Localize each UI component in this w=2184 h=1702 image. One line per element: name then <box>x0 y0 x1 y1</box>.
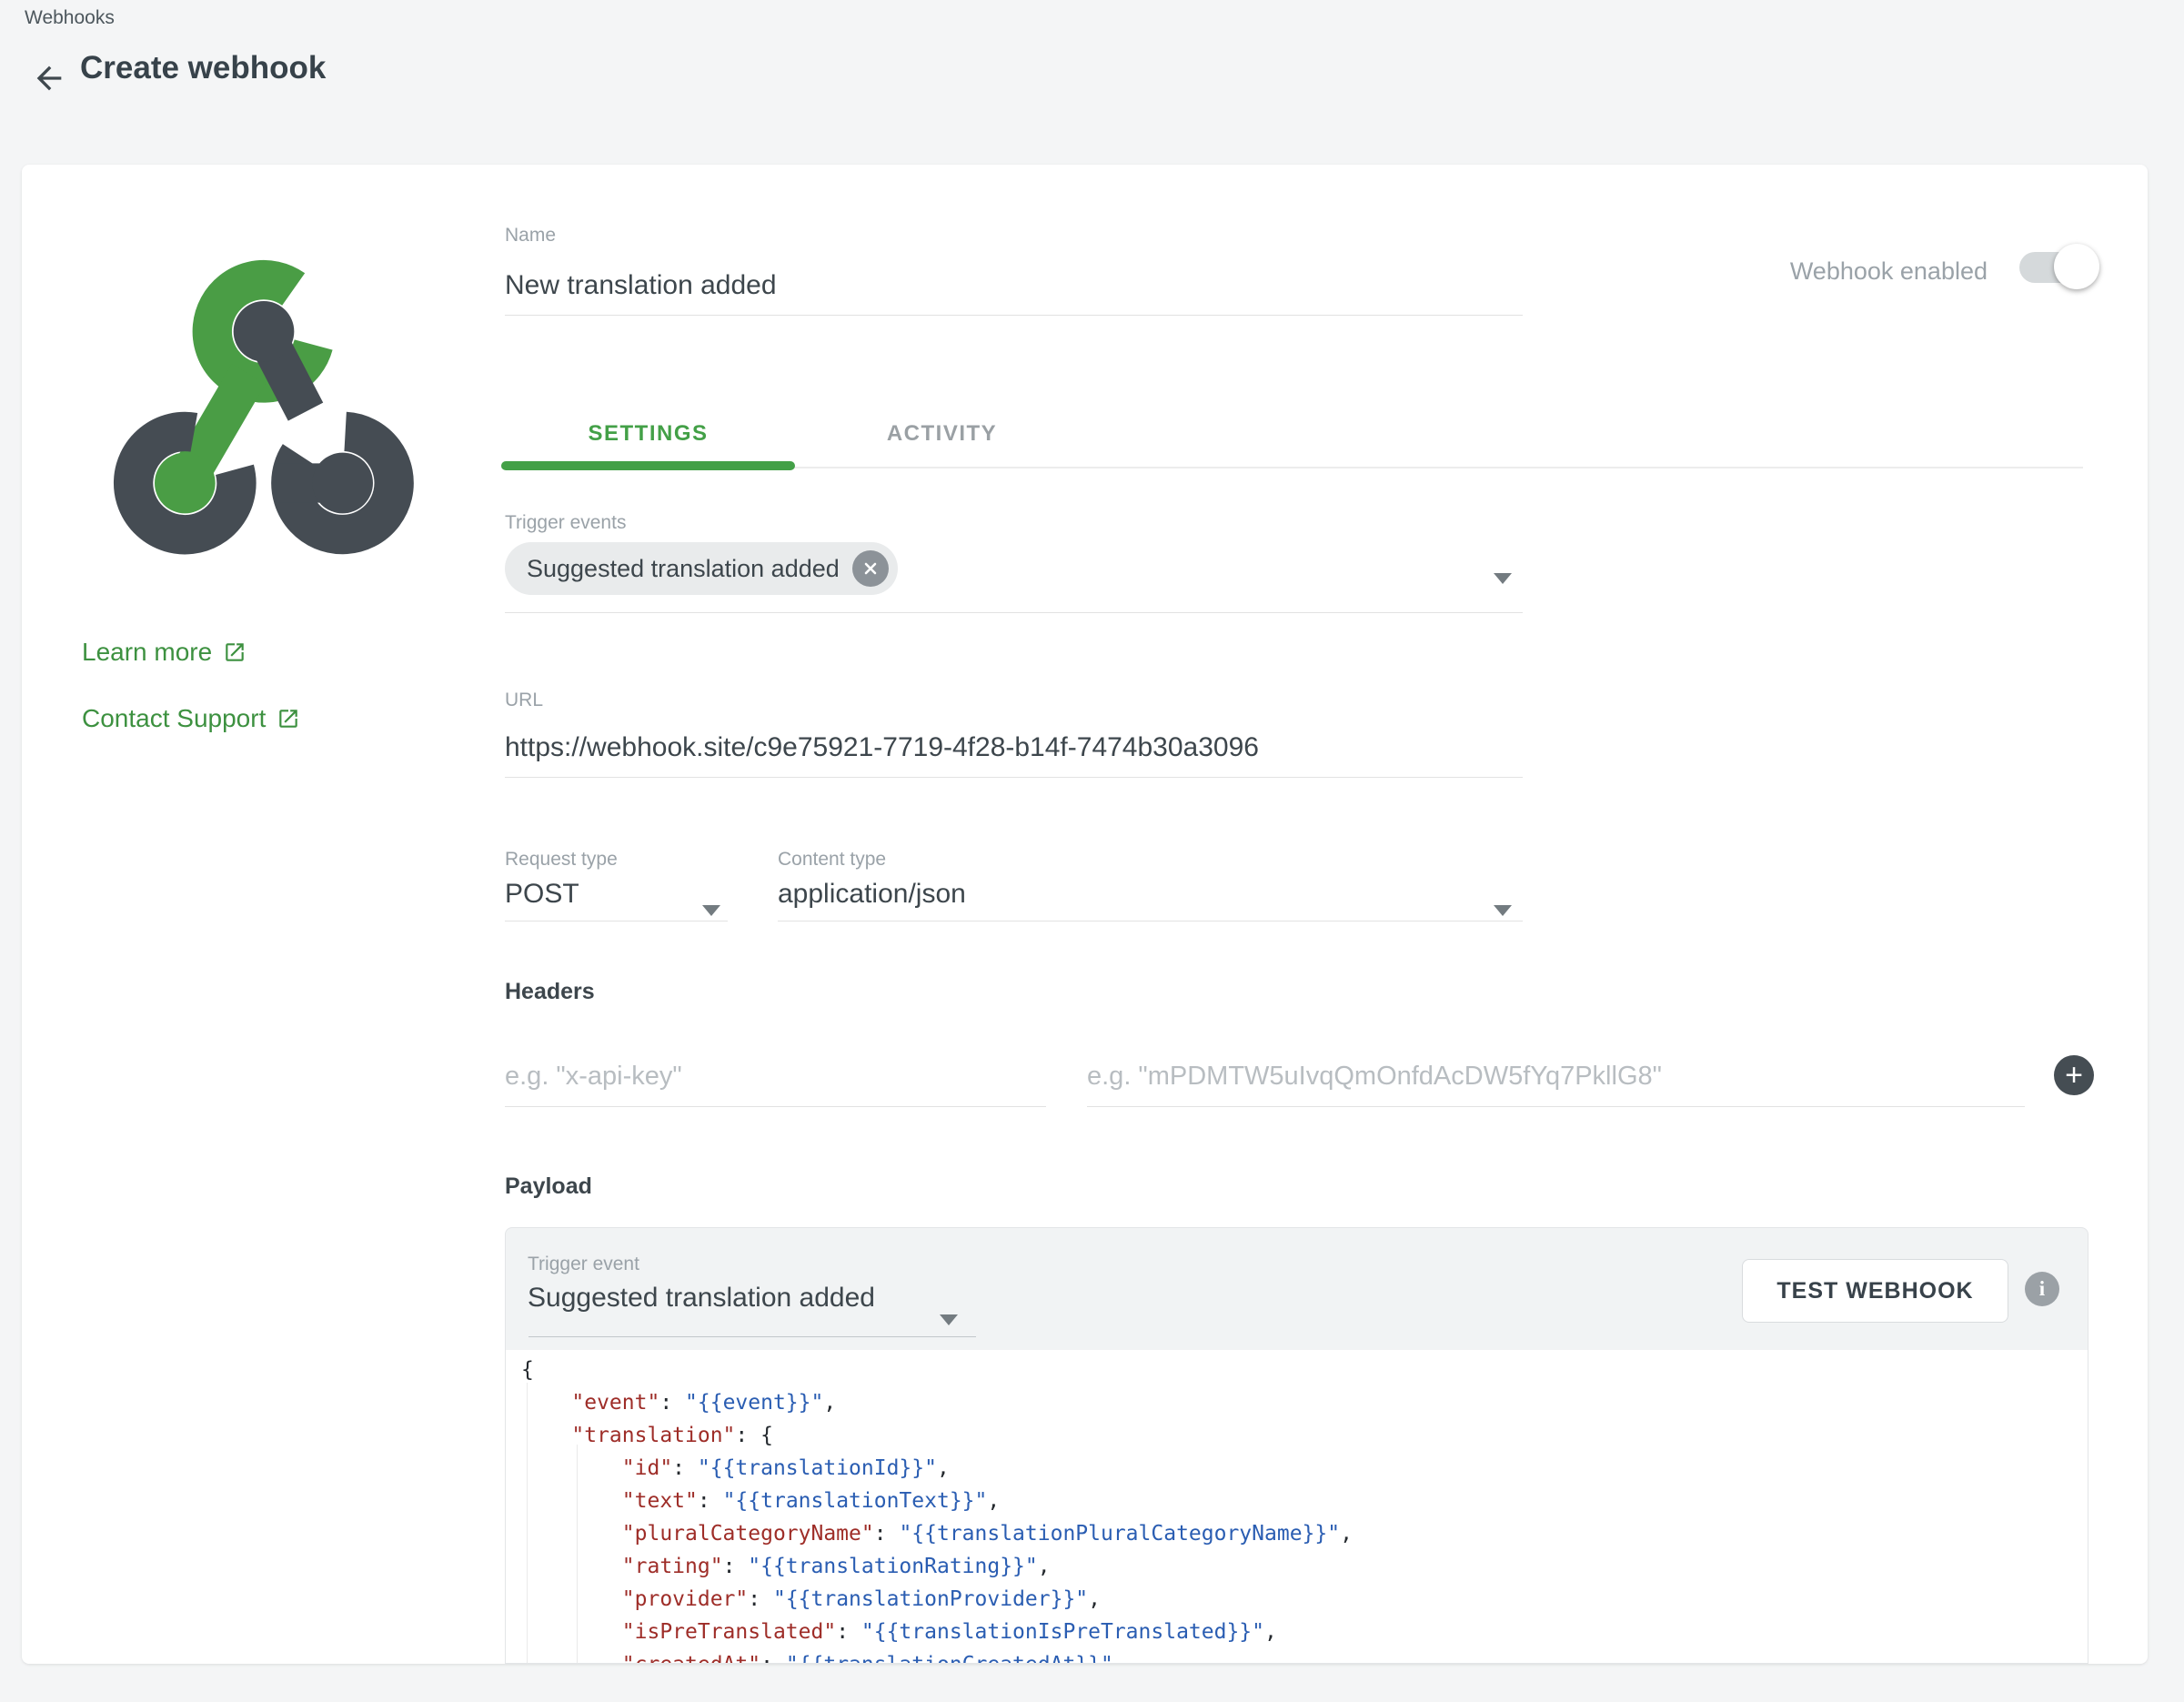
headers-title: Headers <box>505 979 595 1005</box>
webhook-enabled-label: Webhook enabled <box>1546 257 1988 286</box>
tab-activity[interactable]: ACTIVITY <box>795 400 1089 467</box>
webhook-card: Learn more Contact Support Name Webhook … <box>22 165 2148 1664</box>
chevron-down-icon[interactable] <box>1494 573 1512 584</box>
contact-support-link[interactable]: Contact Support <box>82 704 300 733</box>
close-icon <box>861 559 880 578</box>
back-button[interactable] <box>31 60 67 96</box>
name-label: Name <box>505 225 556 247</box>
learn-more-link[interactable]: Learn more <box>82 638 247 667</box>
tab-bar: SETTINGS ACTIVITY <box>501 400 2083 468</box>
header-value-input[interactable] <box>1087 1046 2025 1107</box>
external-link-icon <box>277 707 300 730</box>
payload-trigger-event-select[interactable]: Suggested translation added <box>528 1283 875 1314</box>
webhook-enabled-toggle-thumb[interactable] <box>2054 244 2099 289</box>
chevron-down-icon[interactable] <box>1494 905 1512 916</box>
payload-code-lines: { "event": "{{event}}", "translation": {… <box>521 1354 2088 1663</box>
header-key-input[interactable] <box>505 1046 1046 1107</box>
page-title: Create webhook <box>80 50 326 86</box>
external-link-icon <box>223 640 247 664</box>
payload-trigger-event-underline <box>528 1336 976 1337</box>
chip-remove-button[interactable] <box>852 550 889 587</box>
webhook-logo <box>82 235 446 586</box>
arrow-left-icon <box>31 60 67 96</box>
contact-support-label: Contact Support <box>82 704 266 733</box>
request-type-label: Request type <box>505 849 618 871</box>
plus-icon: + <box>2065 1060 2083 1091</box>
trigger-event-chip[interactable]: Suggested translation added <box>505 542 898 595</box>
content-type-label: Content type <box>778 849 886 871</box>
chevron-down-icon[interactable] <box>940 1314 958 1325</box>
url-input[interactable] <box>505 719 1523 778</box>
content-type-select[interactable]: application/json <box>778 879 966 910</box>
test-webhook-button[interactable]: TEST WEBHOOK <box>1742 1259 2008 1323</box>
trigger-events-label: Trigger events <box>505 512 626 534</box>
learn-more-label: Learn more <box>82 638 212 667</box>
add-header-button[interactable]: + <box>2054 1055 2094 1095</box>
trigger-events-underline <box>505 612 1523 613</box>
payload-trigger-event-label: Trigger event <box>528 1254 639 1275</box>
payload-code-editor[interactable]: { "event": "{{event}}", "translation": {… <box>506 1350 2088 1663</box>
chevron-down-icon[interactable] <box>702 905 720 916</box>
tab-settings[interactable]: SETTINGS <box>501 400 795 467</box>
trigger-event-chip-label: Suggested translation added <box>527 555 840 583</box>
info-glyph: i <box>2039 1277 2045 1301</box>
payload-panel: Trigger event Suggested translation adde… <box>505 1227 2088 1664</box>
payload-title: Payload <box>505 1173 592 1200</box>
active-tab-indicator <box>501 461 795 470</box>
info-icon[interactable]: i <box>2025 1272 2059 1306</box>
url-label: URL <box>505 690 543 711</box>
name-input[interactable] <box>505 257 1523 316</box>
create-webhook-page: Webhooks Create webhook Learn more <box>0 0 2184 1702</box>
breadcrumb[interactable]: Webhooks <box>25 7 115 29</box>
request-type-select[interactable]: POST <box>505 879 579 910</box>
